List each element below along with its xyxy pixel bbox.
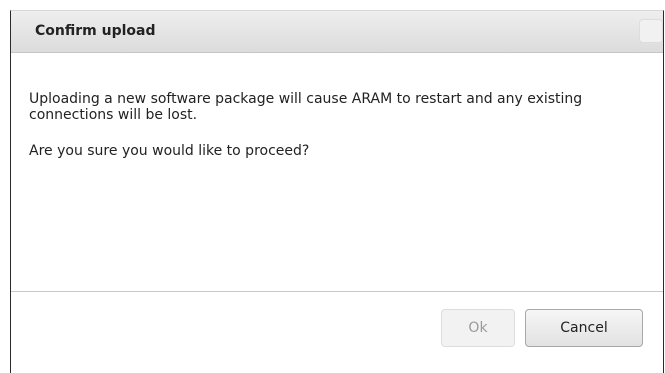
warning-message: Uploading a new software package will ca… <box>29 91 583 123</box>
ok-button[interactable]: Ok <box>441 309 515 347</box>
confirm-upload-dialog: Confirm upload Uploading a new software … <box>10 10 664 373</box>
close-icon[interactable] <box>639 19 663 43</box>
confirmation-question: Are you sure you would like to proceed? <box>29 143 310 159</box>
footer-divider <box>11 291 663 292</box>
cancel-button[interactable]: Cancel <box>525 309 643 347</box>
dialog-title: Confirm upload <box>35 23 156 39</box>
dialog-body: Uploading a new software package will ca… <box>29 91 659 179</box>
dialog-titlebar: Confirm upload <box>11 11 663 53</box>
